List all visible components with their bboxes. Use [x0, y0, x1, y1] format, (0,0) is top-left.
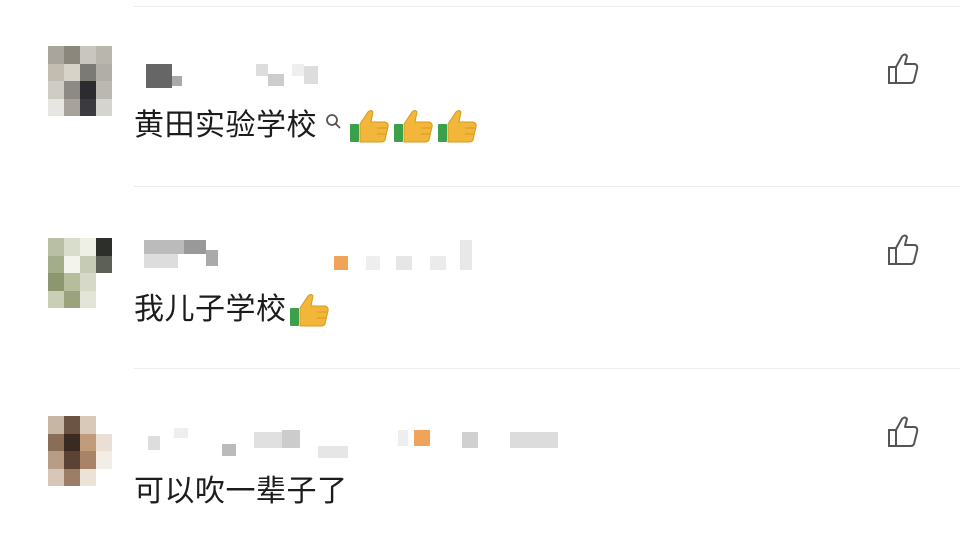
thumbs-up-emoji-icon: [349, 108, 391, 144]
comment-text-row: 可以吹一辈子了: [134, 472, 348, 512]
comment-text-row: 我儿子学校: [134, 290, 331, 330]
avatar[interactable]: [48, 46, 112, 116]
thumbs-up-outline-icon: [888, 416, 919, 447]
avatar[interactable]: [48, 416, 112, 486]
comment-text-row: 黄田实验学校: [134, 106, 479, 146]
comment-item: 我儿子学校: [0, 186, 960, 366]
username-pixelated[interactable]: [134, 238, 514, 278]
comment-text: 可以吹一辈子了: [134, 474, 348, 509]
comment-item: 可以吹一辈子了: [0, 368, 960, 548]
thumbs-up-emoji-icon: [289, 292, 331, 328]
comment-text: 我儿子学校: [134, 292, 287, 327]
username-pixelated[interactable]: [134, 424, 574, 464]
thumbs-up-outline-icon: [888, 53, 919, 84]
thumbs-up-outline-icon: [888, 234, 919, 265]
like-button[interactable]: [884, 414, 922, 452]
search-icon[interactable]: [323, 106, 343, 130]
comment-item: 黄田实验学校: [0, 0, 960, 180]
thumbs-up-emoji-icon: [393, 108, 435, 144]
username-pixelated[interactable]: [134, 60, 354, 100]
avatar[interactable]: [48, 238, 112, 308]
comment-text: 黄田实验学校: [134, 108, 317, 143]
thumbs-up-emoji-icon: [437, 108, 479, 144]
like-button[interactable]: [884, 51, 922, 89]
like-button[interactable]: [884, 232, 922, 270]
